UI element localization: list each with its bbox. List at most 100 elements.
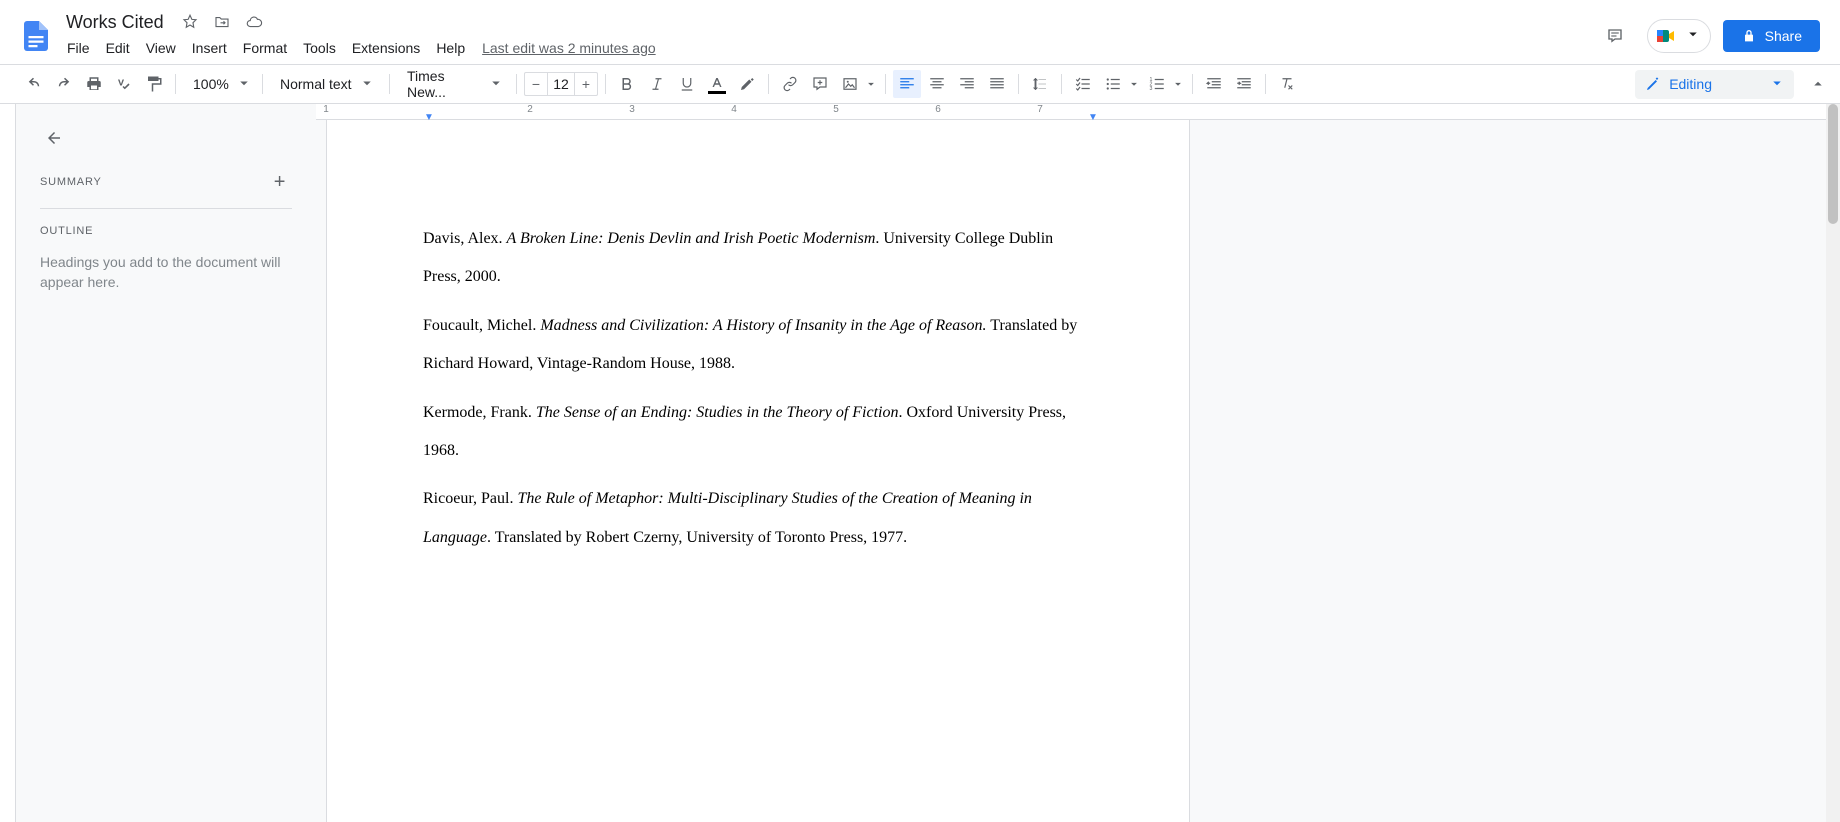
- editing-mode-label: Editing: [1669, 76, 1712, 92]
- zoom-dropdown[interactable]: 100%: [183, 70, 255, 98]
- font-size-decrease[interactable]: −: [525, 73, 547, 95]
- share-button-label: Share: [1765, 28, 1802, 44]
- menu-format[interactable]: Format: [236, 36, 294, 60]
- menu-extensions[interactable]: Extensions: [345, 36, 427, 60]
- outline-heading: OUTLINE: [40, 225, 292, 237]
- meet-icon: [1654, 24, 1678, 48]
- ruler-mark: 2: [527, 104, 533, 115]
- last-edit-link[interactable]: Last edit was 2 minutes ago: [474, 36, 664, 60]
- right-indent-marker[interactable]: ▼: [1088, 112, 1098, 123]
- font-family-dropdown[interactable]: Times New...: [397, 70, 509, 98]
- separator: [1192, 74, 1193, 94]
- lock-icon: [1741, 28, 1757, 44]
- ruler-mark: 1: [323, 104, 329, 115]
- meet-join-button[interactable]: [1647, 19, 1711, 53]
- menu-edit[interactable]: Edit: [99, 36, 137, 60]
- menubar: File Edit View Insert Format Tools Exten…: [60, 34, 1595, 62]
- bulleted-list-button[interactable]: [1099, 70, 1141, 98]
- paint-format-button[interactable]: [140, 70, 168, 98]
- horizontal-ruler[interactable]: 1 ▼ 2 3 4 5 6 7 ▼: [316, 104, 1840, 120]
- insert-link-button[interactable]: [776, 70, 804, 98]
- workspace: SUMMARY + OUTLINE Headings you add to th…: [0, 104, 1840, 822]
- separator: [516, 74, 517, 94]
- star-icon[interactable]: [178, 10, 202, 34]
- docs-home-icon[interactable]: [16, 16, 56, 56]
- decrease-indent-button[interactable]: [1200, 70, 1228, 98]
- underline-button[interactable]: [673, 70, 701, 98]
- vertical-scrollbar[interactable]: [1826, 104, 1840, 822]
- bold-button[interactable]: [613, 70, 641, 98]
- add-comment-button[interactable]: [806, 70, 834, 98]
- separator: [1018, 74, 1019, 94]
- close-outline-button[interactable]: [40, 124, 68, 152]
- numbered-list-button[interactable]: 123: [1143, 70, 1185, 98]
- menu-help[interactable]: Help: [429, 36, 472, 60]
- font-family-value: Times New...: [407, 68, 481, 100]
- menu-file[interactable]: File: [60, 36, 97, 60]
- align-justify-button[interactable]: [983, 70, 1011, 98]
- summary-heading: SUMMARY: [40, 176, 102, 188]
- separator: [262, 74, 263, 94]
- align-center-button[interactable]: [923, 70, 951, 98]
- vertical-ruler[interactable]: [0, 104, 16, 822]
- separator: [885, 74, 886, 94]
- menu-insert[interactable]: Insert: [185, 36, 234, 60]
- zoom-value: 100%: [193, 76, 229, 92]
- ruler-mark: 3: [629, 104, 635, 115]
- align-right-button[interactable]: [953, 70, 981, 98]
- first-line-indent-marker[interactable]: ▼: [424, 112, 434, 123]
- outline-panel: SUMMARY + OUTLINE Headings you add to th…: [16, 104, 316, 822]
- chevron-down-icon: [1684, 25, 1702, 48]
- separator: [389, 74, 390, 94]
- title-bar: Works Cited File Edit View Insert Format…: [0, 0, 1840, 64]
- citation-entry: Foucault, Michel. Madness and Civilizati…: [423, 307, 1093, 384]
- line-spacing-button[interactable]: [1026, 70, 1054, 98]
- chevron-down-icon[interactable]: [1127, 70, 1141, 98]
- add-summary-button[interactable]: +: [268, 170, 292, 194]
- highlight-color-button[interactable]: [733, 70, 761, 98]
- toolbar: 100% Normal text Times New... − 12 + 123…: [0, 64, 1840, 104]
- font-size-control: − 12 +: [524, 72, 598, 96]
- redo-button[interactable]: [50, 70, 78, 98]
- menu-view[interactable]: View: [139, 36, 183, 60]
- cloud-status-icon[interactable]: [242, 10, 266, 34]
- paragraph-style-dropdown[interactable]: Normal text: [270, 70, 382, 98]
- svg-text:3: 3: [1150, 86, 1153, 92]
- print-button[interactable]: [80, 70, 108, 98]
- scrollbar-thumb[interactable]: [1828, 104, 1838, 224]
- separator: [175, 74, 176, 94]
- clear-formatting-button[interactable]: [1273, 70, 1301, 98]
- font-size-value[interactable]: 12: [547, 73, 575, 95]
- document-title[interactable]: Works Cited: [60, 10, 170, 35]
- hide-menus-button[interactable]: [1804, 70, 1832, 98]
- increase-indent-button[interactable]: [1230, 70, 1258, 98]
- chevron-down-icon: [235, 74, 253, 95]
- move-icon[interactable]: [210, 10, 234, 34]
- editing-mode-dropdown[interactable]: Editing: [1635, 70, 1794, 99]
- chevron-down-icon[interactable]: [864, 70, 878, 98]
- chevron-down-icon: [358, 74, 376, 95]
- separator: [605, 74, 606, 94]
- separator: [1061, 74, 1062, 94]
- checklist-button[interactable]: [1069, 70, 1097, 98]
- spellcheck-button[interactable]: [110, 70, 138, 98]
- align-left-button[interactable]: [893, 70, 921, 98]
- ruler-mark: 4: [731, 104, 737, 115]
- share-button[interactable]: Share: [1723, 20, 1820, 52]
- pencil-icon: [1645, 76, 1661, 92]
- font-size-increase[interactable]: +: [575, 73, 597, 95]
- citation-entry: Ricoeur, Paul. The Rule of Metaphor: Mul…: [423, 480, 1093, 557]
- divider: [40, 208, 292, 209]
- document-canvas: 1 ▼ 2 3 4 5 6 7 ▼ Davis, Alex. A Broken …: [316, 104, 1840, 822]
- chevron-down-icon[interactable]: [1171, 70, 1185, 98]
- menu-tools[interactable]: Tools: [296, 36, 343, 60]
- text-color-button[interactable]: [703, 70, 731, 98]
- open-comments-icon[interactable]: [1595, 16, 1635, 56]
- italic-button[interactable]: [643, 70, 671, 98]
- undo-button[interactable]: [20, 70, 48, 98]
- paragraph-style-value: Normal text: [280, 76, 352, 92]
- chevron-down-icon: [487, 74, 505, 95]
- insert-image-button[interactable]: [836, 70, 878, 98]
- citation-entry: Davis, Alex. A Broken Line: Denis Devlin…: [423, 220, 1093, 297]
- document-page[interactable]: Davis, Alex. A Broken Line: Denis Devlin…: [326, 120, 1190, 822]
